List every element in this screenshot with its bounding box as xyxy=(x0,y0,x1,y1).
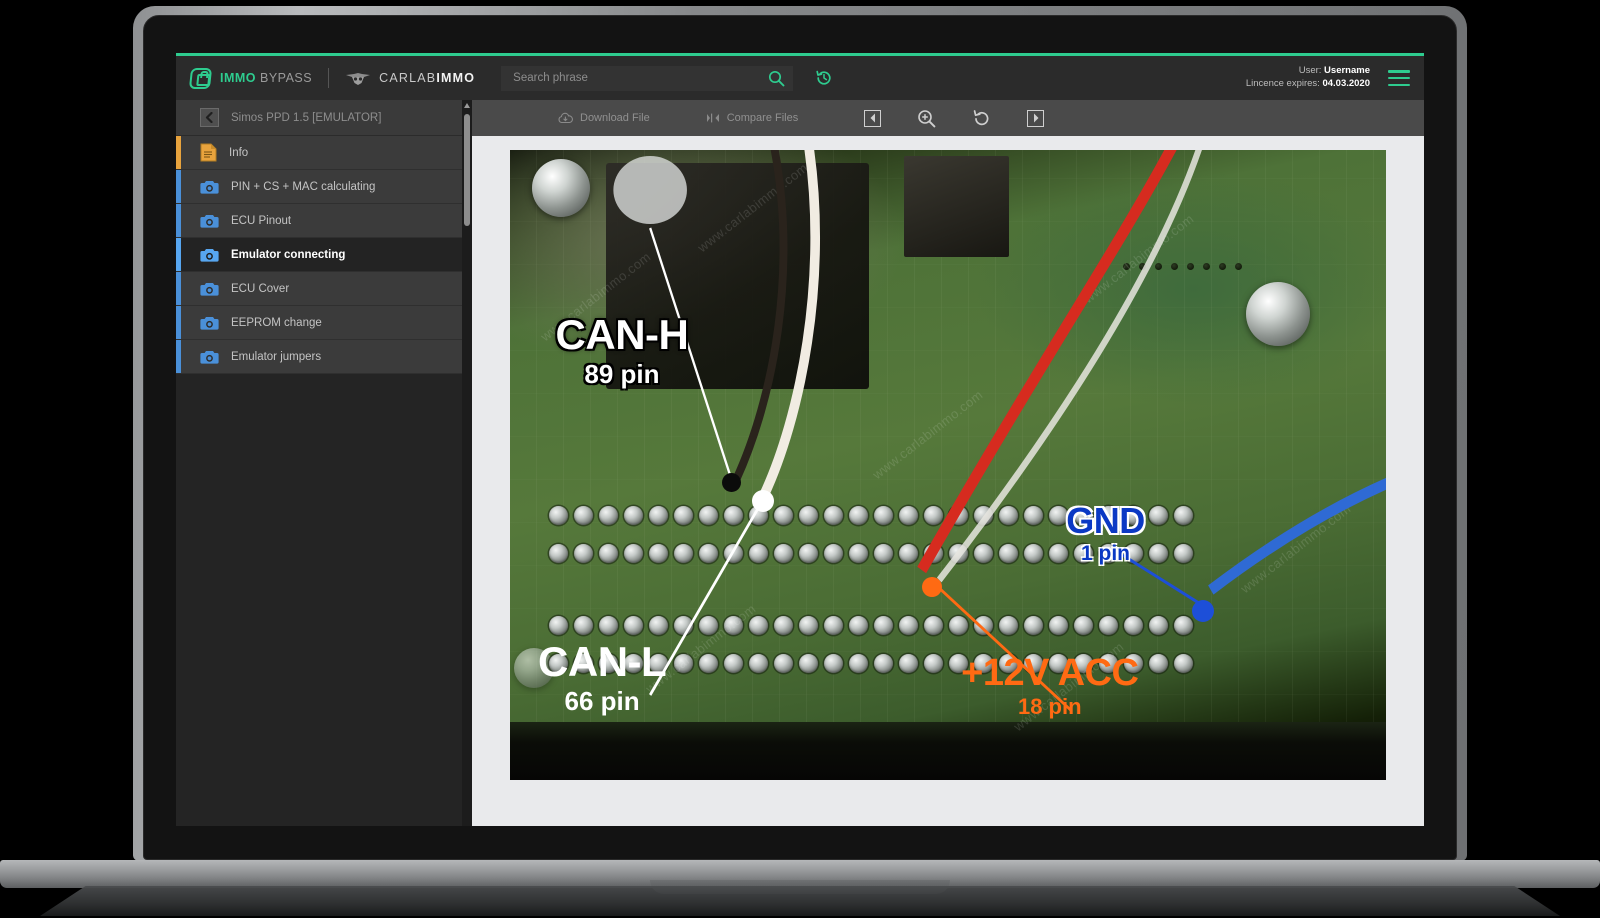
sidebar-header-title: Simos PPD 1.5 [EMULATOR] xyxy=(231,111,382,124)
sidebar-item-eeprom-change[interactable]: EEPROM change xyxy=(176,306,472,340)
compare-files-button[interactable]: Compare Files xyxy=(706,112,799,124)
sidebar-item-list: Info PIN + CS + MAC calculating ECU Pino… xyxy=(176,136,472,374)
sidebar-item-label: ECU Cover xyxy=(231,282,290,295)
sidebar-item-label: Emulator connecting xyxy=(231,248,346,261)
screen-surface: IMMO BYPASS CARLABIMMO Search phrase Use… xyxy=(176,53,1424,826)
sidebar-item-label: ECU Pinout xyxy=(231,214,292,227)
camera-icon xyxy=(200,248,219,262)
sidebar-accent-bar xyxy=(176,170,181,203)
chevron-left-icon[interactable] xyxy=(200,108,219,127)
can-l-marker xyxy=(751,489,774,512)
brand-immo-bypass[interactable]: IMMO BYPASS xyxy=(188,67,312,89)
search-container xyxy=(501,65,794,91)
camera-icon xyxy=(200,282,219,296)
sidebar-accent-bar xyxy=(176,272,181,305)
ecu-board-photo[interactable]: www.carlabimmo.com www.carlabimmo.com ww… xyxy=(510,150,1386,780)
sidebar-item-info[interactable]: Info xyxy=(176,136,472,170)
can-h-marker xyxy=(721,472,741,492)
burger-line-2 xyxy=(1388,76,1410,80)
scrollbar-thumb[interactable] xyxy=(464,114,470,226)
search-input[interactable] xyxy=(501,65,794,91)
licence-line: Lincence expires: 04.03.2020 xyxy=(1246,78,1370,91)
user-label: User: xyxy=(1298,65,1325,77)
app-window: IMMO BYPASS CARLABIMMO Search phrase Use… xyxy=(176,53,1424,826)
sidebar-accent-bar xyxy=(176,136,181,169)
sidebar-item-emulator-connecting[interactable]: Emulator connecting xyxy=(176,238,472,272)
plus12v-marker xyxy=(921,577,942,598)
gnd-marker xyxy=(1191,600,1214,623)
camera-icon xyxy=(200,350,219,364)
sidebar-item-label: EEPROM change xyxy=(231,316,322,329)
camera-icon xyxy=(200,214,219,228)
sidebar: Simos PPD 1.5 [EMULATOR] Info PIN + CS +… xyxy=(176,100,472,826)
brand-carlabimmo[interactable]: CARLABIMMO xyxy=(345,70,475,86)
scroll-up-arrow-icon[interactable] xyxy=(464,103,470,108)
burger-line-1 xyxy=(1388,70,1410,73)
account-info: User: Username Lincence expires: 04.03.2… xyxy=(1246,65,1370,91)
sidebar-item-label: PIN + CS + MAC calculating xyxy=(231,180,376,193)
screenshot-stage: IMMO BYPASS CARLABIMMO Search phrase Use… xyxy=(0,0,1600,918)
user-name: Username xyxy=(1324,65,1370,77)
brand-bypass-text: BYPASS xyxy=(256,71,313,85)
zoom-in-icon[interactable] xyxy=(917,109,936,128)
winged-badge-icon xyxy=(346,73,371,85)
compare-files-label: Compare Files xyxy=(726,112,799,124)
brand-immo2-text: IMMO xyxy=(436,71,476,85)
brand-immo-text: IMMO xyxy=(220,71,257,85)
sidebar-item-emulator-jumpers[interactable]: Emulator jumpers xyxy=(176,340,472,374)
brand-carlabimmo-label: CARLABIMMO xyxy=(379,71,475,85)
app-header: IMMO BYPASS CARLABIMMO Search phrase Use… xyxy=(176,56,1424,100)
sidebar-accent-bar xyxy=(176,238,181,271)
sidebar-accent-bar xyxy=(176,340,181,373)
viewer-toolbar: Download File Compare Files xyxy=(472,100,1424,136)
sidebar-accent-bar xyxy=(176,306,181,339)
annotation-leaders xyxy=(649,227,1203,712)
licence-date: 04.03.2020 xyxy=(1322,78,1370,89)
licence-label: Lincence expires: xyxy=(1245,78,1323,89)
rotate-left-icon[interactable] xyxy=(972,109,991,128)
hamburger-menu-icon[interactable] xyxy=(1388,70,1410,86)
main-panel: Download File Compare Files CAN-H 89 pin… xyxy=(472,100,1424,826)
download-file-label: Download File xyxy=(580,112,650,124)
burger-line-3 xyxy=(1388,83,1410,86)
document-icon xyxy=(200,143,217,162)
user-line: User: Username xyxy=(1246,65,1370,78)
sidebar-item-ecu-cover[interactable]: ECU Cover xyxy=(176,272,472,306)
lock-logo-icon xyxy=(188,67,213,89)
previous-image-icon[interactable] xyxy=(864,109,881,127)
next-image-icon[interactable] xyxy=(1027,109,1044,127)
sidebar-item-label: Emulator jumpers xyxy=(231,350,322,363)
cloud-download-icon xyxy=(558,112,573,124)
sidebar-accent-bar xyxy=(176,204,181,237)
camera-icon xyxy=(200,180,219,194)
image-viewer: www.carlabimmo.com www.carlabimmo.com ww… xyxy=(472,136,1424,826)
brand-carlab-text: CARLAB xyxy=(379,71,437,85)
sidebar-scrollbar[interactable] xyxy=(462,100,472,826)
sidebar-item-ecu-pinout[interactable]: ECU Pinout xyxy=(176,204,472,238)
app-body: Simos PPD 1.5 [EMULATOR] Info PIN + CS +… xyxy=(176,100,1424,826)
laptop-foot-shadow xyxy=(40,886,1560,916)
brand-immo-bypass-label: IMMO BYPASS xyxy=(220,71,312,85)
search-icon[interactable] xyxy=(768,70,785,87)
sidebar-item-pin-cs-mac[interactable]: PIN + CS + MAC calculating xyxy=(176,170,472,204)
header-right: User: Username Lincence expires: 04.03.2… xyxy=(1246,65,1410,91)
compare-files-icon xyxy=(706,113,719,123)
download-file-button[interactable]: Download File xyxy=(558,112,650,124)
camera-icon xyxy=(200,316,219,330)
history-icon[interactable] xyxy=(815,69,833,87)
sidebar-item-label: Info xyxy=(229,146,249,159)
header-divider xyxy=(328,68,330,88)
viewer-nav-icons xyxy=(864,109,1044,128)
sidebar-header: Simos PPD 1.5 [EMULATOR] xyxy=(176,100,472,136)
